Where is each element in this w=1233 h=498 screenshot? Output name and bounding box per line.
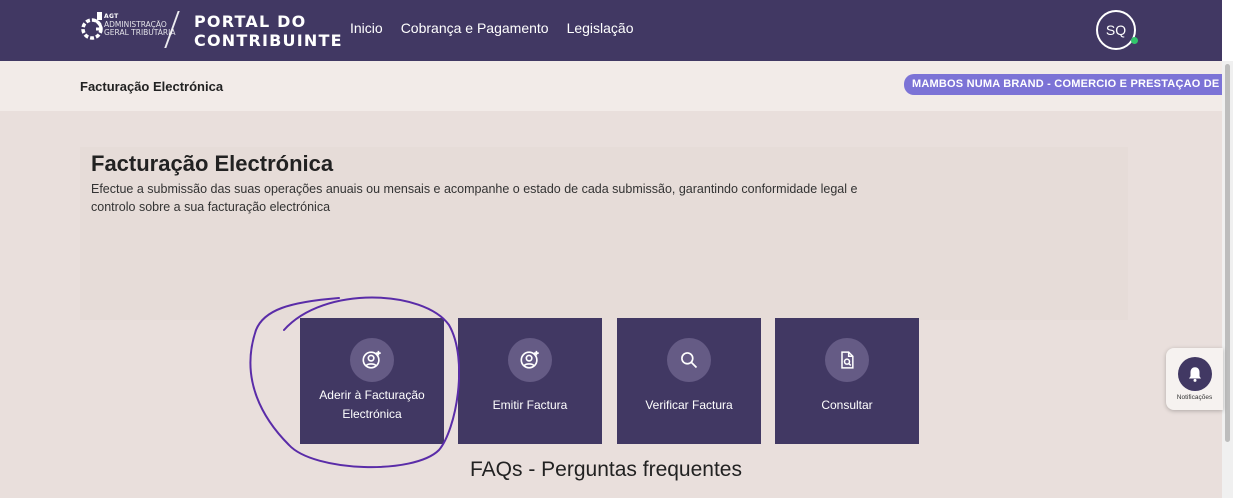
logo-abbreviation: AGT — [104, 13, 119, 20]
tile-emitir-factura[interactable]: Emitir Factura — [458, 318, 602, 444]
notifications-label: Notificações — [1176, 394, 1213, 401]
scrollbar-thumb[interactable] — [1225, 64, 1230, 442]
page-description: Efectue a submissão das suas operações a… — [91, 182, 858, 214]
top-navigation-bar: AGT Administração Geral Tributária PORTA… — [0, 0, 1233, 61]
nav-legislacao[interactable]: Legislação — [567, 20, 634, 36]
faq-title: FAQs - Perguntas frequentes — [470, 458, 742, 481]
online-status-dot — [1131, 37, 1138, 44]
window-edge — [1222, 0, 1233, 61]
hero-section: Facturação Electrónica Efectue a submiss… — [80, 147, 1128, 320]
bell-icon — [1178, 357, 1212, 391]
tile-verificar-factura[interactable]: Verificar Factura — [617, 318, 761, 444]
user-add-icon — [350, 338, 394, 382]
tile-label: Aderir à Facturação Electrónica — [319, 388, 425, 421]
tile-consultar[interactable]: Consultar — [775, 318, 919, 444]
breadcrumb-title: Facturação Electrónica — [80, 79, 224, 94]
nav-cobranca-pagamento[interactable]: Cobrança e Pagamento — [401, 20, 549, 36]
tile-label: Verificar Factura — [645, 398, 733, 412]
nav-inicio[interactable]: Inicio — [350, 20, 383, 36]
company-badge[interactable]: MAMBOS NUMA BRAND - COMERCIO E PRESTAÇAO… — [904, 74, 1222, 95]
notifications-widget[interactable]: Notificações — [1166, 348, 1223, 410]
user-avatar[interactable]: SQ — [1096, 10, 1136, 50]
tile-aderir-facturacao[interactable]: Aderir à Facturação Electrónica — [300, 318, 444, 444]
user-add-icon — [508, 338, 552, 382]
logo-organization-name: Administração Geral Tributária — [104, 20, 176, 37]
sub-header: Facturação Electrónica MAMBOS NUMA BRAND… — [0, 61, 1222, 111]
page-title: Facturação Electrónica — [91, 151, 334, 176]
agt-logo-icon — [81, 12, 103, 40]
tile-label: Emitir Factura — [492, 398, 568, 412]
tile-label: Consultar — [821, 398, 873, 412]
portal-title[interactable]: PORTAL DO CONTRIBUINTE — [194, 12, 342, 50]
search-icon — [667, 338, 711, 382]
document-search-icon — [825, 338, 869, 382]
main-nav: Inicio Cobrança e Pagamento Legislação — [350, 20, 634, 36]
